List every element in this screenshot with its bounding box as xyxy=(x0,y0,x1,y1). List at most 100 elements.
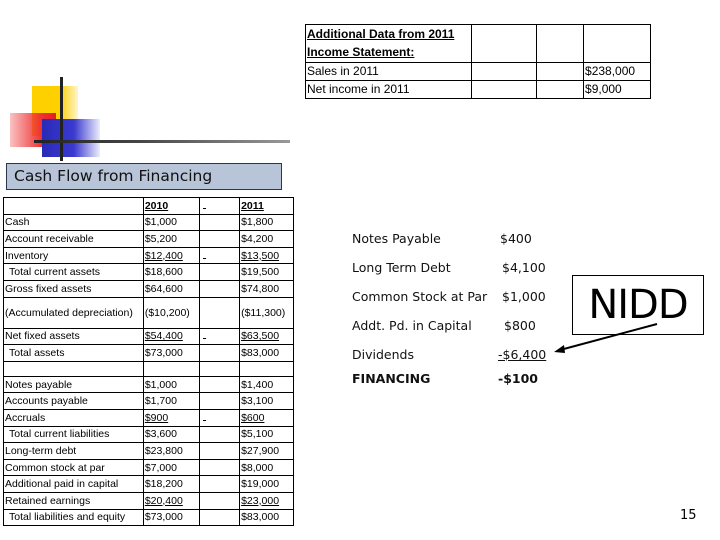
empty-cell xyxy=(239,360,294,377)
item-value: $1,000 xyxy=(502,289,546,304)
empty-cell xyxy=(198,344,241,362)
table-row: Notes payable $1,000 $1,400 xyxy=(3,375,294,394)
table-row: Cash $1,000 $1,800 xyxy=(3,213,294,232)
table-row: Long-term debt $23,800 $27,900 xyxy=(3,442,294,460)
tick-mark xyxy=(202,338,206,340)
table-row: Total assets $73,000 $83,000 xyxy=(3,344,294,362)
row-label: Long-term debt xyxy=(3,442,144,460)
value-2010: $23,800 xyxy=(142,442,200,460)
value-2010: $73,000 xyxy=(142,344,200,362)
row-label: Net fixed assets xyxy=(3,327,144,346)
additional-data-table: Additional Data from 2011 Income Stateme… xyxy=(305,24,651,99)
additional-data-row: Net income in 2011 $9,000 xyxy=(305,80,651,99)
empty-cell xyxy=(3,360,144,377)
empty-cell xyxy=(198,392,241,410)
item-label: Addt. Pd. in Capital xyxy=(352,318,472,333)
additional-data-header: Additional Data from 2011 Income Stateme… xyxy=(305,24,472,63)
blue-square-shape xyxy=(42,119,100,157)
row-value: $9,000 xyxy=(583,80,651,99)
value-2011: $63,500 xyxy=(239,327,294,346)
item-label: Dividends xyxy=(352,347,414,362)
empty-cell xyxy=(198,375,241,394)
header-2011: 2011 xyxy=(239,197,294,215)
value-2011: ($11,300) xyxy=(239,296,294,329)
row-label: Total current assets xyxy=(3,263,144,281)
empty-cell xyxy=(198,230,241,248)
vertical-rule xyxy=(60,77,63,161)
table-row: Retained earnings $20,400 $23,000 xyxy=(3,491,294,510)
item-value: -$6,400 xyxy=(498,347,547,362)
row-label: Cash xyxy=(3,213,144,232)
value-2011: $19,500 xyxy=(239,263,294,281)
value-2010: $64,600 xyxy=(142,279,200,298)
empty-cell xyxy=(198,458,241,477)
item-value: $800 xyxy=(504,318,536,333)
decorative-logo xyxy=(0,60,290,165)
table-row: Common stock at par $7,000 $8,000 xyxy=(3,458,294,477)
row-label: Additional paid in capital xyxy=(3,475,144,493)
value-2010: $54,400 xyxy=(142,327,200,346)
table-row: Net fixed assets $54,400 $63,500 xyxy=(3,327,294,346)
value-2011: $83,000 xyxy=(239,508,294,527)
value-2010: $900 xyxy=(142,408,200,427)
table-row: Accounts payable $1,700 $3,100 xyxy=(3,392,294,410)
empty-cell xyxy=(470,24,538,63)
value-2010: $7,000 xyxy=(142,458,200,477)
table-row: Accruals $900 $600 xyxy=(3,408,294,427)
item-label: Common Stock at Par xyxy=(352,289,488,304)
arrow-icon xyxy=(554,323,658,353)
row-value: $238,000 xyxy=(583,62,651,81)
item-label: Notes Payable xyxy=(352,231,441,246)
empty-cell xyxy=(198,197,241,215)
tick-mark xyxy=(202,419,206,421)
value-2010: $1,000 xyxy=(142,375,200,394)
empty-cell xyxy=(198,491,241,510)
table-row: Inventory $12,400 $13,500 xyxy=(3,246,294,265)
table-row: Additional paid in capital $18,200 $19,0… xyxy=(3,475,294,493)
empty-cell xyxy=(198,263,241,281)
row-label: Total liabilities and equity xyxy=(3,508,144,527)
value-2011: $4,200 xyxy=(239,230,294,248)
value-2011: $600 xyxy=(239,408,294,427)
empty-cell xyxy=(198,213,241,232)
header-line-1: Additional Data from 2011 xyxy=(307,27,455,41)
row-label: Retained earnings xyxy=(3,491,144,510)
row-label: Inventory xyxy=(3,246,144,265)
row-label: (Accumulated depreciation) xyxy=(3,296,144,329)
horizontal-rule xyxy=(34,140,290,143)
item-label: FINANCING xyxy=(352,371,431,386)
value-2010: $3,600 xyxy=(142,425,200,444)
table-row: (Accumulated depreciation) ($10,200) ($1… xyxy=(3,296,294,329)
empty-cell xyxy=(198,279,241,298)
value-2011: $1,400 xyxy=(239,375,294,394)
empty-cell xyxy=(198,246,241,265)
value-2011: $3,100 xyxy=(239,392,294,410)
value-2011: $5,100 xyxy=(239,425,294,444)
item-value: $400 xyxy=(500,231,532,246)
empty-cell xyxy=(198,296,241,329)
row-label: Gross fixed assets xyxy=(3,279,144,298)
balance-sheet-table: 2010 2011 Cash $1,000 $1,800 Account rec… xyxy=(3,197,294,527)
value-2010: $5,200 xyxy=(142,230,200,248)
tick-mark xyxy=(202,257,206,259)
table-row: Gross fixed assets $64,600 $74,800 xyxy=(3,279,294,298)
value-2010: $12,400 xyxy=(142,246,200,265)
value-2011: $23,000 xyxy=(239,491,294,510)
value-2010: $1,700 xyxy=(142,392,200,410)
value-2011: $74,800 xyxy=(239,279,294,298)
value-2011: $19,000 xyxy=(239,475,294,493)
empty-cell xyxy=(470,62,538,81)
tick-mark xyxy=(202,207,206,209)
empty-cell xyxy=(536,80,585,99)
value-2011: $1,800 xyxy=(239,213,294,232)
empty-cell xyxy=(470,80,538,99)
empty-cell xyxy=(583,24,651,63)
value-2011: $8,000 xyxy=(239,458,294,477)
empty-cell xyxy=(198,425,241,444)
row-label: Accruals xyxy=(3,408,144,427)
row-label: Sales in 2011 xyxy=(305,62,472,81)
row-label: Total current liabilities xyxy=(3,425,144,444)
row-label: Total assets xyxy=(3,344,144,362)
value-2011: $27,900 xyxy=(239,442,294,460)
header-line-2: Income Statement: xyxy=(307,45,415,59)
